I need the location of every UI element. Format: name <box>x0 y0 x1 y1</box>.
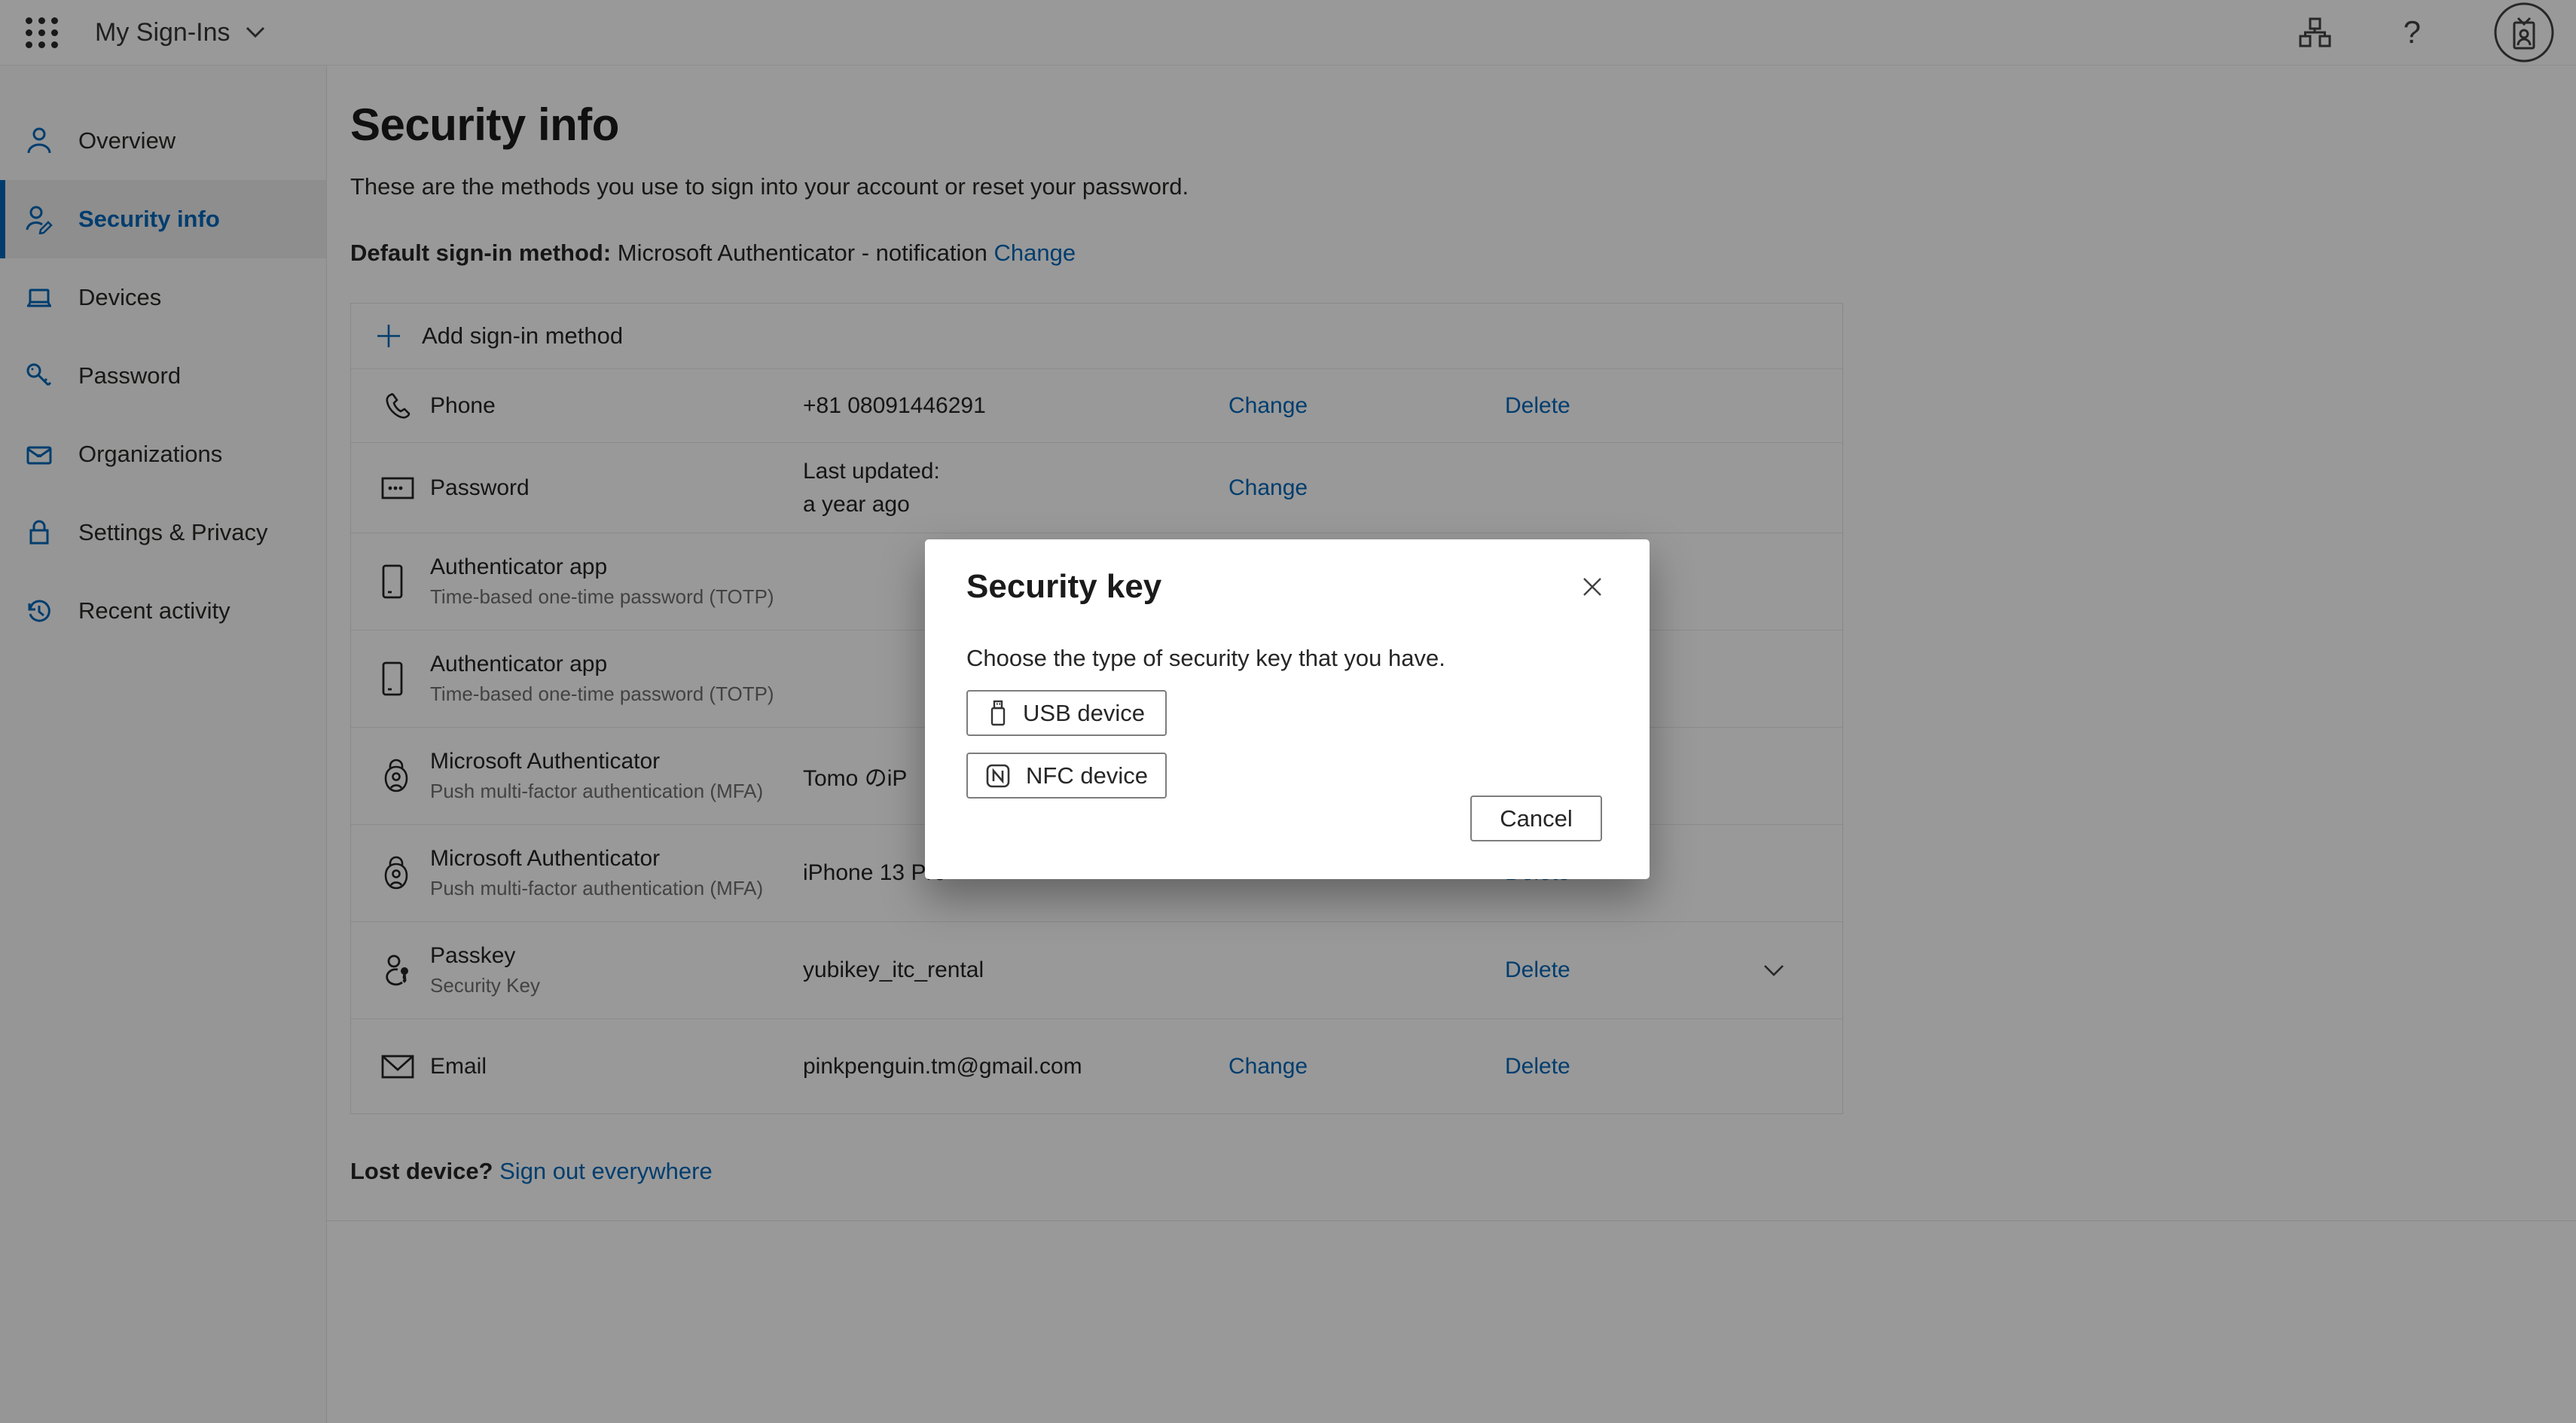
nfc-device-label: NFC device <box>1026 762 1148 789</box>
usb-device-label: USB device <box>1023 700 1145 727</box>
usb-device-button[interactable]: USB device <box>966 690 1167 736</box>
dialog-body-text: Choose the type of security key that you… <box>966 645 1608 672</box>
nfc-device-icon <box>985 763 1011 789</box>
nfc-device-button[interactable]: NFC device <box>966 753 1167 799</box>
dialog-title: Security key <box>966 568 1161 606</box>
cancel-button[interactable]: Cancel <box>1470 795 1602 841</box>
usb-device-icon <box>988 699 1008 728</box>
security-key-dialog: Security key Choose the type of security… <box>925 539 1650 879</box>
close-icon[interactable] <box>1576 571 1608 603</box>
